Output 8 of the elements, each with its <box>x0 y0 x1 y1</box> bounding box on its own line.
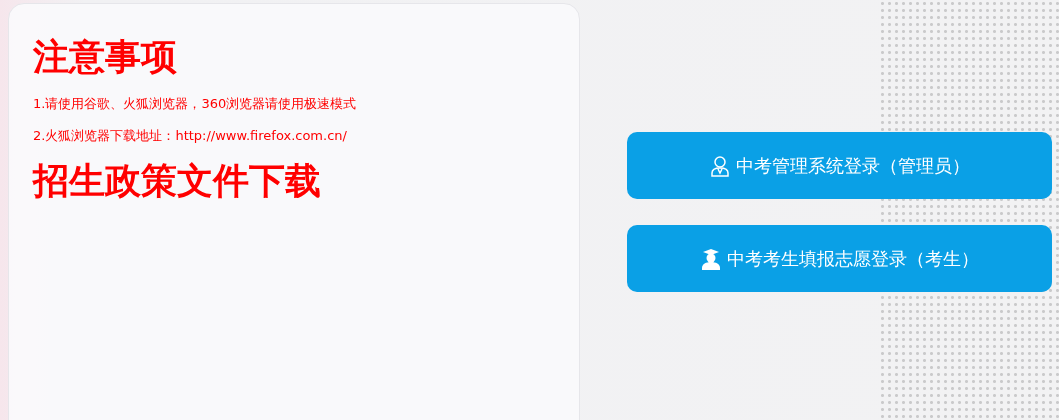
notice-text: 1.请使用谷歌、火狐浏览器，360浏览器请使用极速模式 <box>33 95 358 113</box>
notice-title: 注意事项 <box>33 35 178 79</box>
login-button[interactable]: 中考管理系统登录（管理员） <box>627 132 1052 199</box>
graduate-icon <box>700 247 721 270</box>
download-title: 招生政策文件下载 <box>33 159 322 203</box>
notice-text: 2.火狐浏览器下载地址：http://www.firefox.com.cn/ <box>33 127 348 145</box>
person-icon <box>709 154 730 177</box>
login-button[interactable]: 中考考生填报志愿登录（考生） <box>627 225 1052 292</box>
